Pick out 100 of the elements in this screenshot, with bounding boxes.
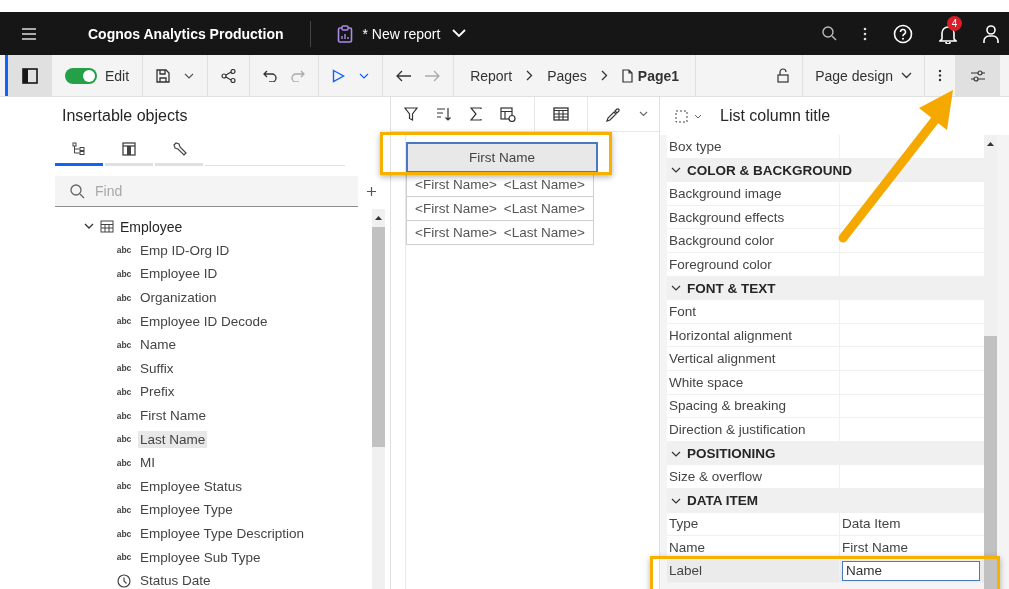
data-type-label: abc bbox=[116, 528, 132, 539]
scrollbar[interactable] bbox=[372, 209, 385, 589]
data-item-field[interactable]: <Last Name> bbox=[499, 173, 594, 197]
tree-item[interactable]: abc MI bbox=[55, 450, 372, 475]
view-dropdown[interactable]: Page design bbox=[803, 55, 925, 96]
data-item-field[interactable]: <Last Name> bbox=[499, 221, 594, 245]
notification-count: 4 bbox=[947, 15, 962, 31]
property-label: Label bbox=[667, 559, 840, 583]
property-label: Direction & justification bbox=[667, 418, 840, 441]
tree-item[interactable]: abc Organization bbox=[55, 285, 372, 310]
scrollbar-thumb[interactable] bbox=[372, 227, 385, 447]
data-type-label: abc bbox=[116, 481, 132, 492]
property-label: Background image bbox=[667, 182, 840, 205]
property-label: Type bbox=[667, 512, 840, 536]
data-type-label: abc bbox=[116, 339, 132, 350]
data-item-field[interactable]: <First Name> bbox=[406, 197, 500, 221]
data-type-label: abc bbox=[116, 410, 132, 421]
property-section-header[interactable]: FONT & TEXT bbox=[667, 276, 984, 301]
sliders-icon bbox=[970, 68, 986, 83]
breadcrumb-link[interactable]: Report bbox=[470, 67, 513, 84]
filter-icon[interactable] bbox=[404, 107, 418, 121]
sort-icon[interactable] bbox=[436, 107, 452, 121]
menu-icon[interactable] bbox=[22, 27, 36, 40]
tree-item[interactable]: abc Name bbox=[55, 332, 372, 357]
chevron-down-icon[interactable] bbox=[671, 450, 681, 457]
scroll-up-icon[interactable] bbox=[987, 141, 994, 146]
panel-title: Insertable objects bbox=[61, 106, 189, 126]
box-select-icon[interactable] bbox=[675, 109, 688, 123]
tree-item[interactable]: abc Employee Type bbox=[55, 498, 372, 522]
property-section-header[interactable]: POSITIONING bbox=[667, 441, 984, 466]
properties-toggle[interactable] bbox=[956, 55, 1000, 96]
breadcrumb-link[interactable]: Pages bbox=[547, 67, 587, 84]
tree-item[interactable]: abc First Name bbox=[55, 403, 372, 428]
property-label: Background effects bbox=[667, 205, 840, 229]
property-label: Vertical alignment bbox=[667, 347, 840, 370]
share-icon[interactable] bbox=[221, 68, 237, 83]
eyedropper-icon[interactable] bbox=[606, 106, 621, 122]
report-title-button[interactable]: * New report bbox=[362, 25, 453, 42]
data-type-label: abc bbox=[116, 269, 132, 279]
data-item-field[interactable]: <Last Name> bbox=[499, 197, 594, 221]
tree-item[interactable]: abc Employee ID Decode bbox=[55, 309, 372, 333]
summarize-icon[interactable] bbox=[470, 107, 482, 121]
edit-toggle[interactable] bbox=[65, 67, 97, 84]
search-icon[interactable] bbox=[822, 26, 837, 41]
data-type-label: abc bbox=[116, 363, 132, 374]
data-type-label: abc bbox=[116, 434, 132, 445]
help-icon[interactable] bbox=[893, 23, 913, 44]
property-label: Box type bbox=[667, 135, 840, 158]
tree-item[interactable]: abc Employee Status bbox=[55, 474, 372, 499]
plus-icon[interactable] bbox=[367, 187, 376, 196]
property-section-header[interactable]: DATA ITEM bbox=[667, 488, 984, 513]
undo-icon[interactable] bbox=[263, 69, 278, 82]
chevron-down-icon bbox=[901, 72, 912, 79]
data-item-field[interactable]: <First Name> bbox=[406, 173, 500, 197]
app-title: Cognos Analytics Production bbox=[88, 25, 284, 42]
back-arrow-icon[interactable] bbox=[396, 69, 412, 82]
data-item-field[interactable]: <First Name> bbox=[406, 221, 500, 245]
tree-item[interactable]: abc Emp ID-Org ID bbox=[55, 238, 372, 263]
unlock-icon[interactable] bbox=[777, 68, 790, 83]
list-column-title[interactable]: First Name bbox=[406, 142, 598, 173]
tree-item[interactable]: abc Employee Sub Type bbox=[55, 545, 372, 569]
property-label: Background color bbox=[667, 229, 840, 252]
data-type-label: abc bbox=[116, 245, 132, 256]
scrollbar-thumb[interactable] bbox=[984, 336, 997, 589]
property-label: Size & overflow bbox=[667, 465, 840, 488]
data-type-label: abc bbox=[116, 316, 132, 327]
property-label: White space bbox=[667, 370, 840, 394]
run-icon[interactable] bbox=[332, 68, 346, 83]
clock-icon bbox=[117, 573, 131, 588]
property-label: Font bbox=[667, 300, 840, 323]
tree-item[interactable]: Status Date bbox=[55, 568, 372, 589]
tree-item[interactable]: Employee bbox=[55, 215, 372, 239]
table-settings-icon[interactable] bbox=[500, 106, 516, 122]
property-label: Foreground color bbox=[667, 252, 840, 276]
table-icon[interactable] bbox=[553, 107, 569, 121]
chevron-down-icon[interactable] bbox=[184, 72, 195, 79]
search-field[interactable]: Find bbox=[55, 176, 358, 207]
data-type-label: abc bbox=[116, 292, 132, 303]
tree-item[interactable]: abc Employee ID bbox=[55, 262, 372, 286]
chevron-down-icon[interactable] bbox=[671, 167, 681, 174]
user-icon[interactable] bbox=[983, 23, 999, 44]
breadcrumb-current: Page1 bbox=[637, 67, 680, 84]
tree-item[interactable]: abc Prefix bbox=[55, 380, 372, 404]
scroll-up-icon[interactable] bbox=[375, 215, 382, 220]
search-icon bbox=[70, 184, 85, 199]
tree-item[interactable]: abc Last Name bbox=[55, 427, 372, 451]
tree-item[interactable]: abc Employee Type Description bbox=[55, 521, 372, 546]
chevron-down-icon[interactable] bbox=[671, 497, 681, 504]
property-input-field[interactable]: Name bbox=[842, 561, 980, 581]
chevron-down-icon[interactable] bbox=[671, 285, 681, 292]
save-icon[interactable] bbox=[156, 68, 171, 83]
side-panel-toggle[interactable] bbox=[5, 55, 52, 96]
edit-label: Edit bbox=[105, 67, 130, 84]
more-icon[interactable] bbox=[863, 26, 867, 41]
chevron-down-icon[interactable] bbox=[84, 223, 94, 231]
layout-icon bbox=[122, 141, 136, 156]
scrollbar[interactable] bbox=[984, 135, 997, 589]
more-icon[interactable] bbox=[938, 69, 942, 82]
page-icon bbox=[621, 68, 633, 83]
tree-item[interactable]: abc Suffix bbox=[55, 356, 372, 381]
